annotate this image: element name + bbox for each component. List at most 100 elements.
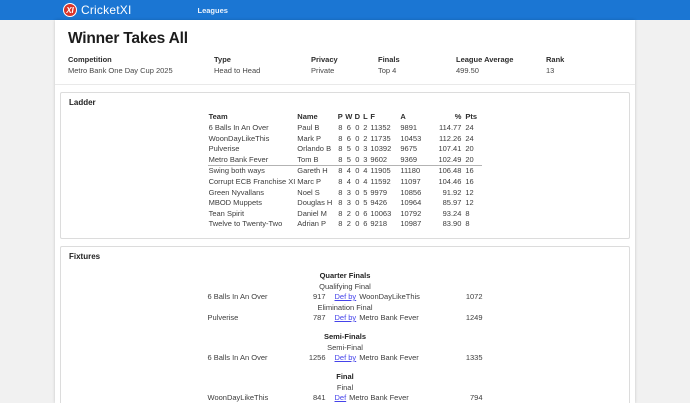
home-team: Pulverise [208, 313, 300, 322]
cell-d: 0 [353, 219, 361, 230]
ladder-table: Team Name P W D L F A % Pts 6 Balls In A… [208, 112, 483, 230]
cell-against: 10856 [399, 188, 429, 199]
cell-d: 0 [353, 134, 361, 145]
cell-for: 9979 [369, 188, 399, 199]
cell-d: 0 [353, 144, 361, 155]
meta-label: Rank [546, 55, 564, 64]
cell-points: 20 [462, 144, 482, 155]
cell-name: Noel S [296, 188, 336, 199]
meta-value: Private [311, 66, 372, 75]
cell-d: 0 [353, 177, 361, 188]
result-link[interactable]: Def by [335, 353, 357, 362]
cell-name: Paul B [296, 123, 336, 134]
cell-team: Corrupt ECB Franchise XI [208, 177, 297, 188]
cell-for: 9218 [369, 219, 399, 230]
fixtures-card: Fixtures Quarter Finals Qualifying Final… [60, 246, 630, 403]
cell-percentage: 93.24 [429, 209, 462, 220]
stage-quarter-finals: Quarter Finals Qualifying Final 6 Balls … [69, 271, 621, 322]
fixtures-title: Fixtures [69, 252, 621, 261]
cell-p: 8 [336, 155, 344, 166]
match-label: Semi-Final [69, 343, 621, 352]
cell-for: 11592 [369, 177, 399, 188]
cell-team: Green Nyvallans [208, 188, 297, 199]
cell-p: 8 [336, 134, 344, 145]
cell-percentage: 85.97 [429, 198, 462, 209]
cell-l: 4 [361, 166, 369, 177]
meta-label: Privacy [311, 55, 372, 64]
cell-against: 9369 [399, 155, 429, 166]
meta-value: Metro Bank One Day Cup 2025 [68, 66, 208, 75]
cell-points: 16 [462, 166, 482, 177]
cell-percentage: 114.77 [429, 123, 462, 134]
cell-for: 11905 [369, 166, 399, 177]
cell-w: 4 [344, 166, 353, 177]
cell-p: 8 [336, 188, 344, 199]
cell-p: 8 [336, 209, 344, 220]
cell-points: 24 [462, 123, 482, 134]
fixture-match: WoonDayLikeThis 841 DefMetro Bank Fever … [69, 393, 621, 402]
col-w: W [344, 112, 353, 123]
fixture-match: 6 Balls In An Over 917 Def byWoonDayLike… [69, 292, 621, 301]
result-link[interactable]: Def [335, 393, 347, 402]
nav-leagues[interactable]: Leagues [197, 6, 227, 15]
cell-for: 9602 [369, 155, 399, 166]
result-link[interactable]: Def by [335, 313, 357, 322]
cell-name: Orlando B [296, 144, 336, 155]
fixture-match: Pulverise 787 Def byMetro Bank Fever 124… [69, 313, 621, 322]
stage-final: Final Final WoonDayLikeThis 841 DefMetro… [69, 372, 621, 402]
cell-w: 4 [344, 177, 353, 188]
cell-d: 0 [353, 166, 361, 177]
away-team: Metro Bank Fever [359, 353, 419, 362]
cell-w: 5 [344, 144, 353, 155]
brand-link[interactable]: XI CricketXI [63, 3, 131, 17]
cell-l: 5 [361, 188, 369, 199]
cell-l: 2 [361, 123, 369, 134]
meta-value: 13 [546, 66, 564, 75]
cell-points: 8 [462, 209, 482, 220]
col-for: F [369, 112, 399, 123]
cell-l: 6 [361, 219, 369, 230]
away-team: Metro Bank Fever [359, 313, 419, 322]
cell-w: 6 [344, 134, 353, 145]
cell-points: 12 [462, 188, 482, 199]
ladder-row: MBOD Muppets Douglas H 8 3 0 5 9426 1096… [208, 198, 483, 209]
cell-l: 2 [361, 134, 369, 145]
cell-team: Tean Spirit [208, 209, 297, 220]
league-meta: Competition Metro Bank One Day Cup 2025 … [55, 55, 635, 85]
ladder-row: Corrupt ECB Franchise XI Marc P 8 4 0 4 … [208, 177, 483, 188]
home-team: WoonDayLikeThis [208, 393, 300, 402]
cell-team: 6 Balls In An Over [208, 123, 297, 134]
cell-points: 24 [462, 134, 482, 145]
cell-team: MBOD Muppets [208, 198, 297, 209]
ladder-row: Green Nyvallans Noel S 8 3 0 5 9979 1085… [208, 188, 483, 199]
meta-value: 499.50 [456, 66, 540, 75]
cell-d: 0 [353, 188, 361, 199]
cell-for: 11352 [369, 123, 399, 134]
col-p: P [336, 112, 344, 123]
home-score: 841 [300, 393, 326, 402]
col-points: Pts [462, 112, 482, 123]
match-label: Elimination Final [69, 303, 621, 312]
cell-p: 8 [336, 123, 344, 134]
meta-type: Type Head to Head [214, 55, 311, 75]
cell-name: Adrian P [296, 219, 336, 230]
logo-text: XI [66, 6, 74, 15]
cell-for: 9426 [369, 198, 399, 209]
col-against: A [399, 112, 429, 123]
cell-d: 0 [353, 209, 361, 220]
cell-against: 10964 [399, 198, 429, 209]
cell-name: Mark P [296, 134, 336, 145]
cell-percentage: 83.90 [429, 219, 462, 230]
cell-for: 10063 [369, 209, 399, 220]
ladder-row-finals-cutoff: Metro Bank Fever Tom B 8 5 0 3 9602 9369… [208, 155, 483, 166]
cell-team: Twelve to Twenty-Two [208, 219, 297, 230]
cell-team: WoonDayLikeThis [208, 134, 297, 145]
meta-value: Top 4 [378, 66, 450, 75]
ladder-header-row: Team Name P W D L F A % Pts [208, 112, 483, 123]
cell-against: 10792 [399, 209, 429, 220]
meta-rank: Rank 13 [546, 55, 570, 75]
cell-name: Gareth H [296, 166, 336, 177]
cell-against: 11180 [399, 166, 429, 177]
away-team: Metro Bank Fever [349, 393, 409, 402]
result-link[interactable]: Def by [335, 292, 357, 301]
